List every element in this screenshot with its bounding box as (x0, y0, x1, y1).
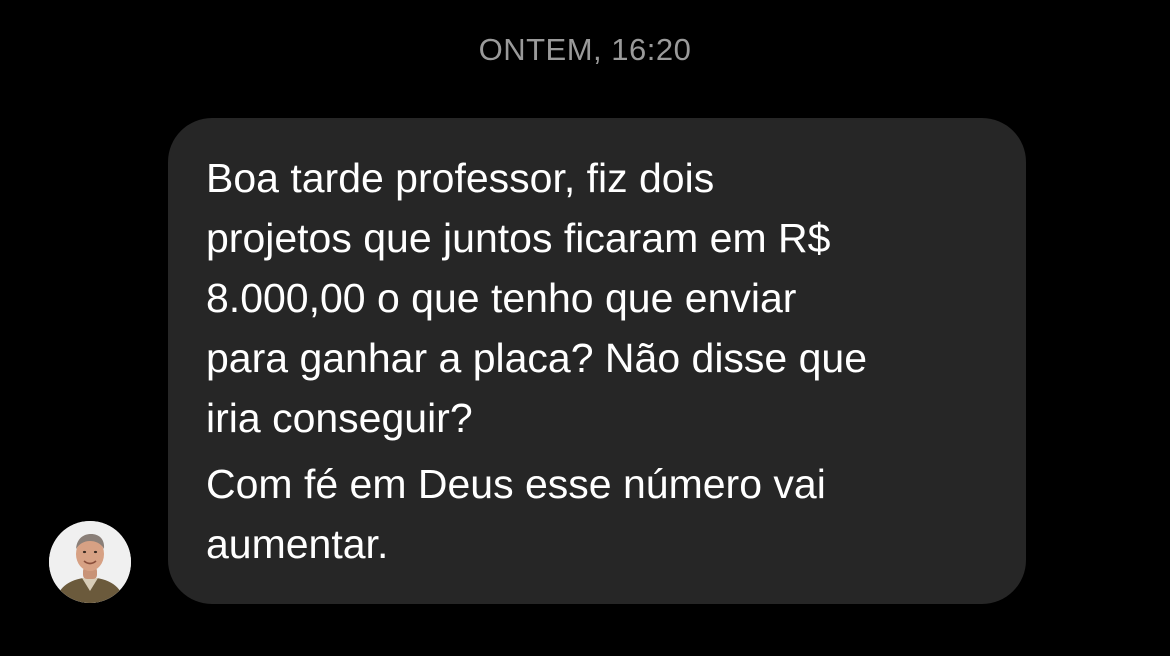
message-text-line: Com fé em Deus esse número vai (206, 461, 826, 507)
sender-avatar[interactable] (49, 521, 131, 603)
message-text-line: 8.000,00 o que tenho que enviar (206, 275, 797, 321)
received-message-bubble[interactable]: Boa tarde professor, fiz dois projetos q… (168, 118, 1026, 604)
message-text-line: projetos que juntos ficaram em R$ (206, 215, 831, 261)
user-photo-avatar-icon (49, 521, 131, 603)
message-text-line: Boa tarde professor, fiz dois (206, 155, 715, 201)
message-text-line: aumentar. (206, 521, 389, 567)
message-text-line: para ganhar a placa? Não disse que (206, 335, 868, 381)
message-timestamp: ONTEM, 16:20 (478, 32, 692, 67)
message-text-line: iria conseguir? (206, 395, 473, 441)
